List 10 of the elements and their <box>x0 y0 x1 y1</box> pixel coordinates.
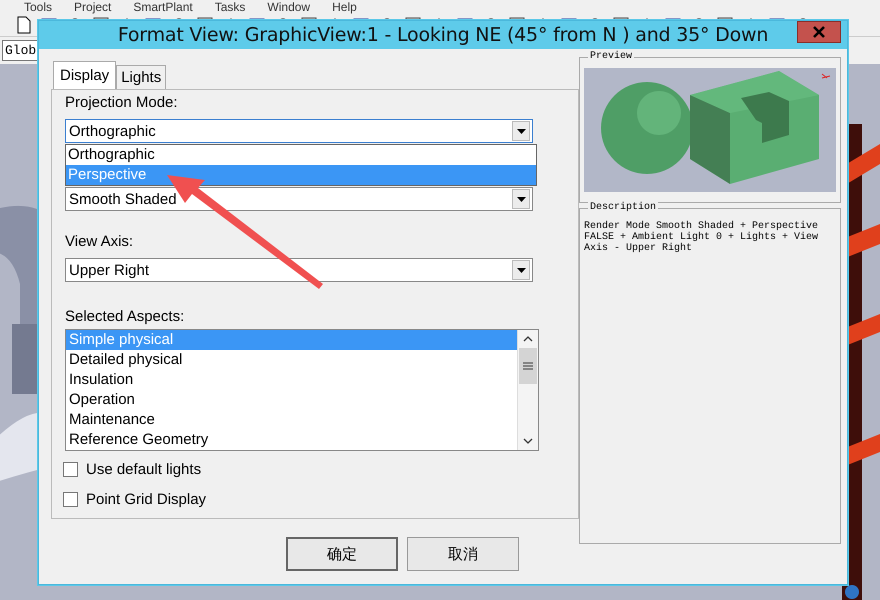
new-document-icon[interactable] <box>16 16 32 34</box>
menu-item[interactable]: Project <box>74 0 112 14</box>
menu-item[interactable]: Tools <box>24 0 52 14</box>
menu-item[interactable]: Help <box>332 0 357 14</box>
close-icon <box>812 25 826 39</box>
menu-item[interactable]: Tasks <box>214 0 246 14</box>
menu-item[interactable]: SmartPlant <box>133 0 193 14</box>
window-title: Format View: GraphicView:1 - Looking NE (45° from N ) and 35° Down <box>118 24 768 46</box>
close-button[interactable] <box>797 21 841 43</box>
menu-item[interactable]: Window <box>267 0 310 14</box>
